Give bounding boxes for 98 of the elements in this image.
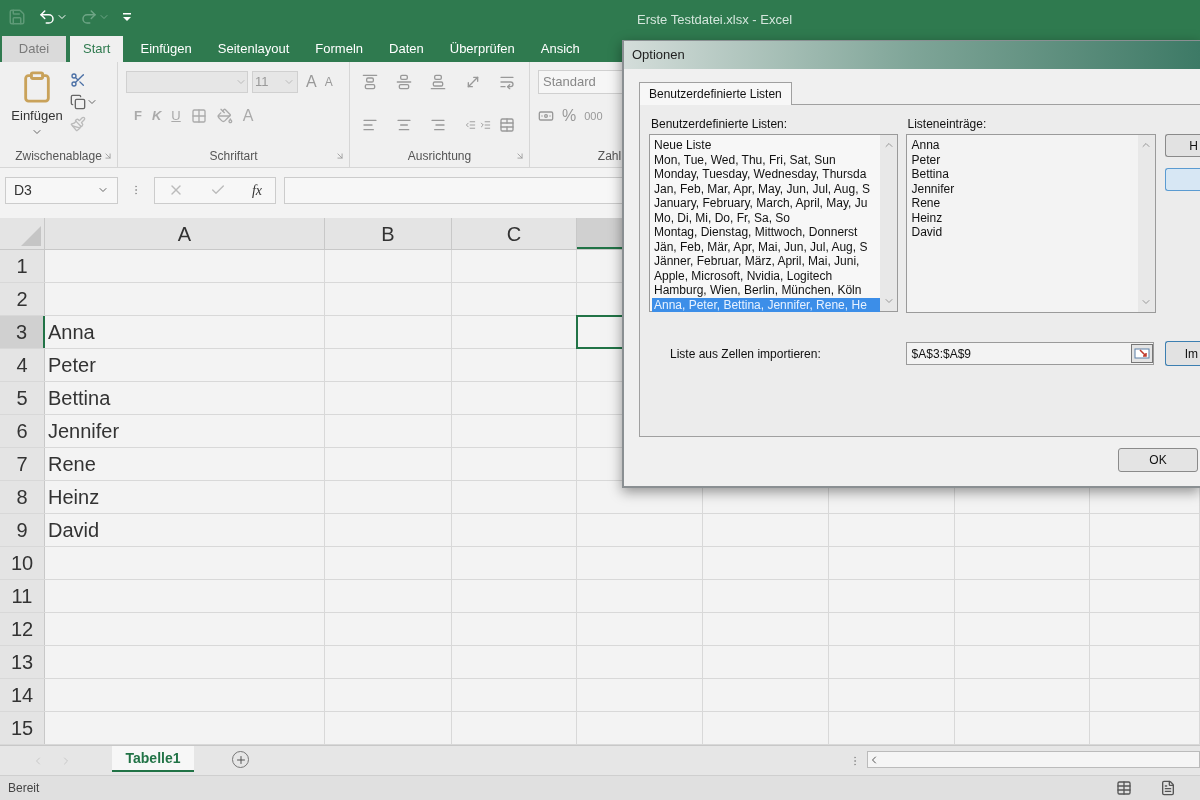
group-label: Ausrichtung — [407, 148, 472, 165]
borders-icon[interactable] — [190, 108, 207, 124]
cell[interactable]: Bettina — [45, 382, 325, 414]
list-entry: Rene — [911, 196, 941, 211]
font-name-field[interactable] — [126, 71, 248, 93]
list-item[interactable]: Mo, Di, Mi, Do, Fr, Sa, So — [652, 210, 880, 225]
dialog-title: Optionen — [632, 46, 685, 65]
list-item[interactable]: Apple, Microsoft, Nvidia, Logitech — [652, 268, 880, 283]
list-item[interactable]: Jänner, Februar, März, April, Mai, Juni, — [652, 254, 880, 269]
ribbon-tab[interactable]: Formeln — [302, 36, 377, 62]
vertical-scrollbar[interactable] — [1137, 135, 1155, 312]
align-top-icon[interactable] — [362, 74, 378, 90]
import-range-field[interactable]: $A$3:$A$9 — [905, 342, 1155, 365]
list-item[interactable]: Mon, Tue, Wed, Thu, Fri, Sat, Sun — [652, 152, 880, 167]
cell[interactable]: Peter — [45, 349, 325, 381]
list-entry: David — [911, 225, 943, 240]
window-title: Erste Testdatei.xlsx - Excel — [637, 11, 793, 29]
row-header[interactable]: 15 — [0, 712, 45, 744]
row-header[interactable]: 7 — [0, 448, 45, 480]
merge-icon[interactable] — [498, 116, 515, 133]
ribbon-tab[interactable]: Seitenlayout — [204, 36, 303, 62]
dialog-tab[interactable]: Benutzerdefinierte Listen — [639, 82, 792, 105]
group-label: Schriftart — [209, 148, 258, 165]
redo-icon[interactable] — [80, 8, 98, 26]
list-item[interactable]: Jan, Feb, Mar, Apr, May, Jun, Jul, Aug, S — [652, 181, 880, 196]
dialog-launcher-icon[interactable] — [335, 151, 345, 161]
group-label: Zwischenablage — [15, 148, 102, 165]
undo-icon[interactable] — [38, 8, 56, 26]
cell[interactable]: Heinz — [45, 481, 325, 513]
format-painter-icon[interactable] — [70, 116, 86, 132]
page-layout-icon[interactable] — [1160, 780, 1176, 796]
list-item[interactable]: Hamburg, Wien, Berlin, München, Köln — [652, 283, 880, 298]
paste-label[interactable]: Einfügen — [11, 106, 63, 126]
ok-button[interactable]: OK — [1118, 448, 1198, 472]
list-entry: Heinz — [911, 210, 943, 225]
fill-color-icon[interactable] — [216, 108, 233, 124]
align-middle-icon[interactable] — [396, 74, 413, 90]
insert-function-button[interactable]: fx — [251, 179, 262, 201]
row-header[interactable]: 8 — [0, 481, 45, 513]
row-header[interactable]: 2 — [0, 283, 45, 315]
select-all-icon[interactable] — [21, 226, 41, 246]
name-box[interactable]: D3 — [5, 176, 118, 204]
plus-icon — [234, 753, 247, 766]
cell[interactable]: David — [45, 514, 325, 546]
import-label: Liste aus Zellen importieren: — [670, 345, 822, 363]
row-header[interactable]: 5 — [0, 382, 45, 414]
row-header[interactable]: 12 — [0, 613, 45, 645]
cell[interactable]: Jennifer — [45, 415, 325, 447]
ribbon-tab[interactable]: Start — [70, 36, 124, 62]
row-header[interactable]: 6 — [0, 415, 45, 447]
horizontal-scrollbar[interactable] — [867, 751, 1200, 768]
align-bottom-icon[interactable] — [430, 74, 447, 90]
cell[interactable]: Rene — [45, 448, 325, 480]
entries-label: Listeneinträge: — [906, 117, 988, 131]
group-label: Zahl — [597, 148, 622, 165]
dialog-button[interactable] — [1165, 168, 1200, 191]
row-header[interactable]: 14 — [0, 679, 45, 711]
sheet-tab[interactable]: Tabelle1 — [112, 746, 194, 772]
status-text: Bereit — [8, 780, 40, 797]
lists-label: Benutzerdefinierte Listen: — [650, 117, 789, 131]
column-header[interactable]: A — [45, 218, 325, 249]
dialog-button[interactable]: H — [1165, 134, 1200, 157]
ribbon-tab[interactable]: Daten — [376, 36, 437, 62]
copy-icon[interactable] — [70, 94, 86, 110]
list-item[interactable]: January, February, March, April, May, Ju — [652, 196, 880, 211]
range-picker-icon[interactable] — [1131, 344, 1154, 363]
dialog-launcher-icon[interactable] — [103, 151, 113, 161]
ribbon-tab[interactable]: Einfügen — [127, 36, 205, 62]
lists-listbox[interactable] — [649, 134, 898, 312]
ribbon-tab[interactable]: Überprüfen — [436, 36, 528, 62]
row-header[interactable]: 3 — [0, 316, 45, 348]
wrap-text-icon[interactable] — [498, 74, 515, 90]
list-item[interactable]: Jän, Feb, Mär, Apr, Mai, Jun, Jul, Aug, S — [652, 239, 880, 254]
list-item[interactable]: Neue Liste — [652, 138, 880, 153]
entries-textbox[interactable]: Anna Peter Bettina Jennifer Rene Heinz David — [905, 134, 1156, 313]
currency-icon[interactable] — [538, 108, 554, 124]
row-header[interactable]: 11 — [0, 580, 45, 612]
row-header[interactable]: 10 — [0, 547, 45, 579]
customize-toolbar-icon[interactable] — [122, 12, 132, 22]
row-header[interactable]: 13 — [0, 646, 45, 678]
normal-view-icon[interactable] — [1116, 780, 1132, 796]
list-entry: Bettina — [911, 167, 949, 182]
cell[interactable]: Anna — [45, 316, 325, 348]
save-icon[interactable] — [8, 8, 26, 26]
dialog-launcher-icon[interactable] — [515, 151, 525, 161]
list-entry: Jennifer — [911, 181, 955, 196]
import-button[interactable]: Im — [1165, 341, 1200, 366]
cut-icon[interactable] — [70, 72, 86, 88]
vertical-scrollbar[interactable] — [880, 135, 897, 311]
ribbon-tab[interactable]: Ansich — [527, 36, 593, 62]
list-entry: Anna — [911, 138, 940, 153]
list-entry: Peter — [911, 152, 941, 167]
row-header[interactable]: 4 — [0, 349, 45, 381]
list-item[interactable]: Monday, Tuesday, Wednesday, Thursda — [652, 167, 880, 182]
row-header[interactable]: 1 — [0, 250, 45, 282]
list-item[interactable]: Montag, Dienstag, Mittwoch, Donnerst — [652, 225, 880, 240]
column-header[interactable]: B — [325, 218, 452, 249]
row-header[interactable]: 9 — [0, 514, 45, 546]
